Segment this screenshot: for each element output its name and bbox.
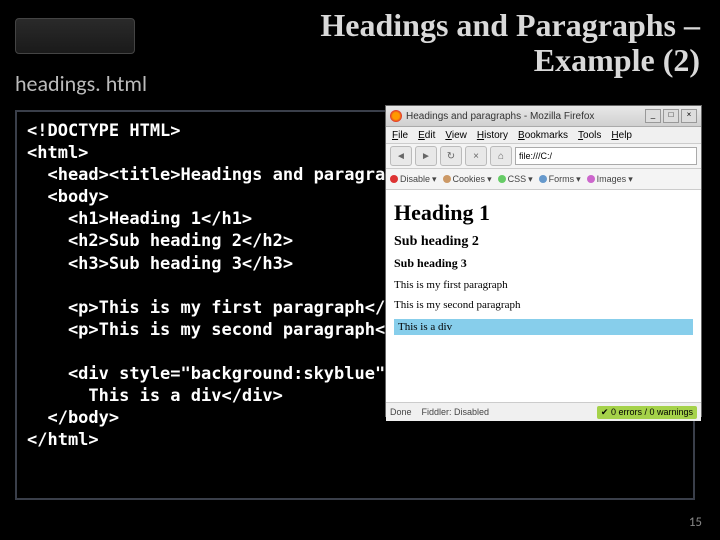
status-done: Done [390,407,412,417]
tool-images[interactable]: Images▾ [587,174,633,185]
status-fiddler: Fiddler: Disabled [422,407,490,417]
page-number: 15 [689,515,702,530]
status-errors-text: 0 errors / 0 warnings [611,407,693,417]
slide-title-line2: Example (2) [534,42,700,78]
code-line: </body> [27,408,119,428]
rendered-h1: Heading 1 [394,200,693,226]
window-title: Headings and paragraphs - Mozilla Firefo… [406,111,645,122]
menubar: File Edit View History Bookmarks Tools H… [386,127,701,144]
rendered-p1: This is my first paragraph [394,279,693,291]
code-line: This is a div</div> [27,386,283,406]
code-line: <p>This is my first paragraph</p> [27,298,406,318]
reload-button[interactable]: ↻ [440,146,462,166]
tool-disable[interactable]: Disable▾ [390,174,437,185]
nav-toolbar: ◄ ► ↻ × ⌂ file:///C:/ [386,144,701,169]
code-line: </html> [27,430,99,450]
menu-history[interactable]: History [477,130,508,141]
url-text: file:///C:/ [519,151,552,161]
forms-icon [539,175,547,183]
tool-label: Images [597,174,627,184]
statusbar: Done Fiddler: Disabled ✔ 0 errors / 0 wa… [386,402,701,421]
code-line: <body> [27,187,109,207]
logo-placeholder [15,18,135,54]
home-button[interactable]: ⌂ [490,146,512,166]
css-icon [498,175,506,183]
code-line: <p>This is my second paragraph</p> [27,320,416,340]
browser-content: Heading 1 Sub heading 2 Sub heading 3 Th… [386,190,701,402]
menu-bookmarks[interactable]: Bookmarks [518,130,568,141]
back-button[interactable]: ◄ [390,146,412,166]
tool-forms[interactable]: Forms▾ [539,174,581,185]
code-line: <h1>Heading 1</h1> [27,209,252,229]
menu-tools[interactable]: Tools [578,130,601,141]
rendered-div: This is a div [394,319,693,335]
tool-label: Disable [400,174,430,184]
titlebar: Headings and paragraphs - Mozilla Firefo… [386,106,701,127]
rendered-h2: Sub heading 2 [394,234,693,250]
rendered-h3: Sub heading 3 [394,256,693,271]
menu-help[interactable]: Help [611,130,632,141]
stop-button[interactable]: × [465,146,487,166]
status-left: Done Fiddler: Disabled [390,407,489,417]
code-line: <h3>Sub heading 3</h3> [27,254,293,274]
tool-css[interactable]: CSS▾ [498,174,533,185]
code-line: <!DOCTYPE HTML> [27,121,181,141]
url-bar[interactable]: file:///C:/ [515,147,697,165]
menu-file[interactable]: File [392,130,408,141]
code-line: <div style="background:skyblue"> [27,364,395,384]
maximize-button[interactable]: □ [663,109,679,123]
close-button[interactable]: × [681,109,697,123]
menu-edit[interactable]: Edit [418,130,435,141]
filename-label: headings. html [15,70,147,97]
browser-window: Headings and paragraphs - Mozilla Firefo… [385,105,702,417]
forward-button[interactable]: ► [415,146,437,166]
status-errors[interactable]: ✔ 0 errors / 0 warnings [597,406,697,419]
slide-title-line1: Headings and Paragraphs – [320,7,700,43]
tool-cookies[interactable]: Cookies▾ [443,174,492,185]
disable-icon [390,175,398,183]
rendered-p2: This is my second paragraph [394,299,693,311]
images-icon [587,175,595,183]
tool-label: CSS [508,174,527,184]
code-line: <h2>Sub heading 2</h2> [27,231,293,251]
dev-toolbar: Disable▾ Cookies▾ CSS▾ Forms▾ Images▾ [386,169,701,190]
firefox-icon [390,110,402,122]
slide-title: Headings and Paragraphs – Example (2) [230,8,700,78]
tool-label: Cookies [453,174,486,184]
tool-label: Forms [549,174,575,184]
minimize-button[interactable]: _ [645,109,661,123]
code-line: <html> [27,143,88,163]
cookies-icon [443,175,451,183]
menu-view[interactable]: View [445,130,467,141]
